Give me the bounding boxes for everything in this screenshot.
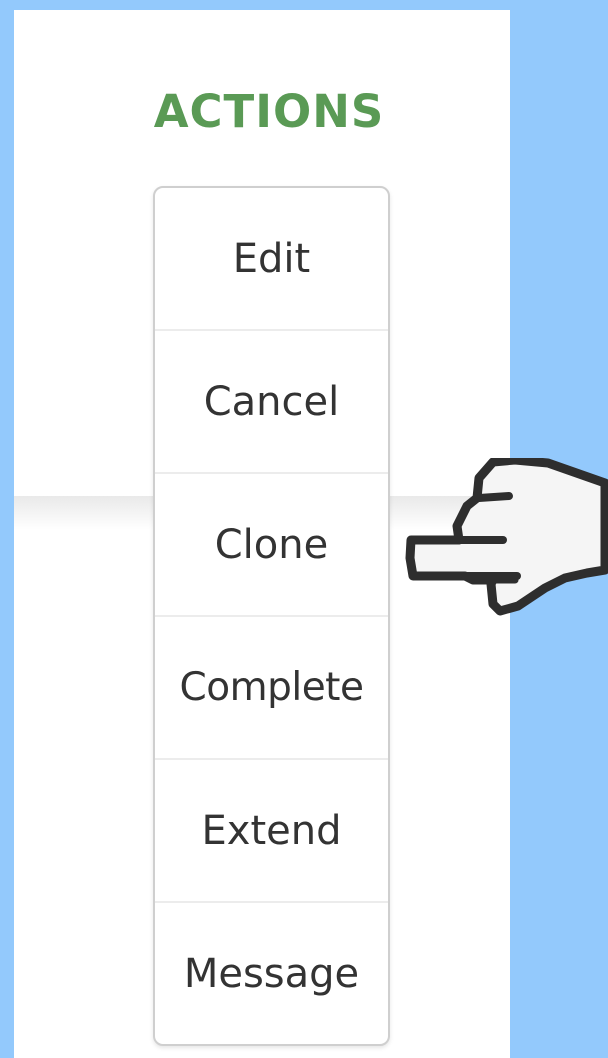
cancel-menu-item[interactable]: Cancel xyxy=(155,331,388,474)
pointing-hand-icon xyxy=(405,458,608,616)
edit-menu-item[interactable]: Edit xyxy=(155,188,388,331)
complete-menu-item[interactable]: Complete xyxy=(155,617,388,760)
clone-menu-item[interactable]: Clone xyxy=(155,474,388,617)
actions-menu: Edit Cancel Clone Complete Extend Messag… xyxy=(153,186,390,1046)
actions-title: ACTIONS xyxy=(153,85,385,138)
extend-menu-item[interactable]: Extend xyxy=(155,760,388,903)
message-menu-item[interactable]: Message xyxy=(155,903,388,1044)
